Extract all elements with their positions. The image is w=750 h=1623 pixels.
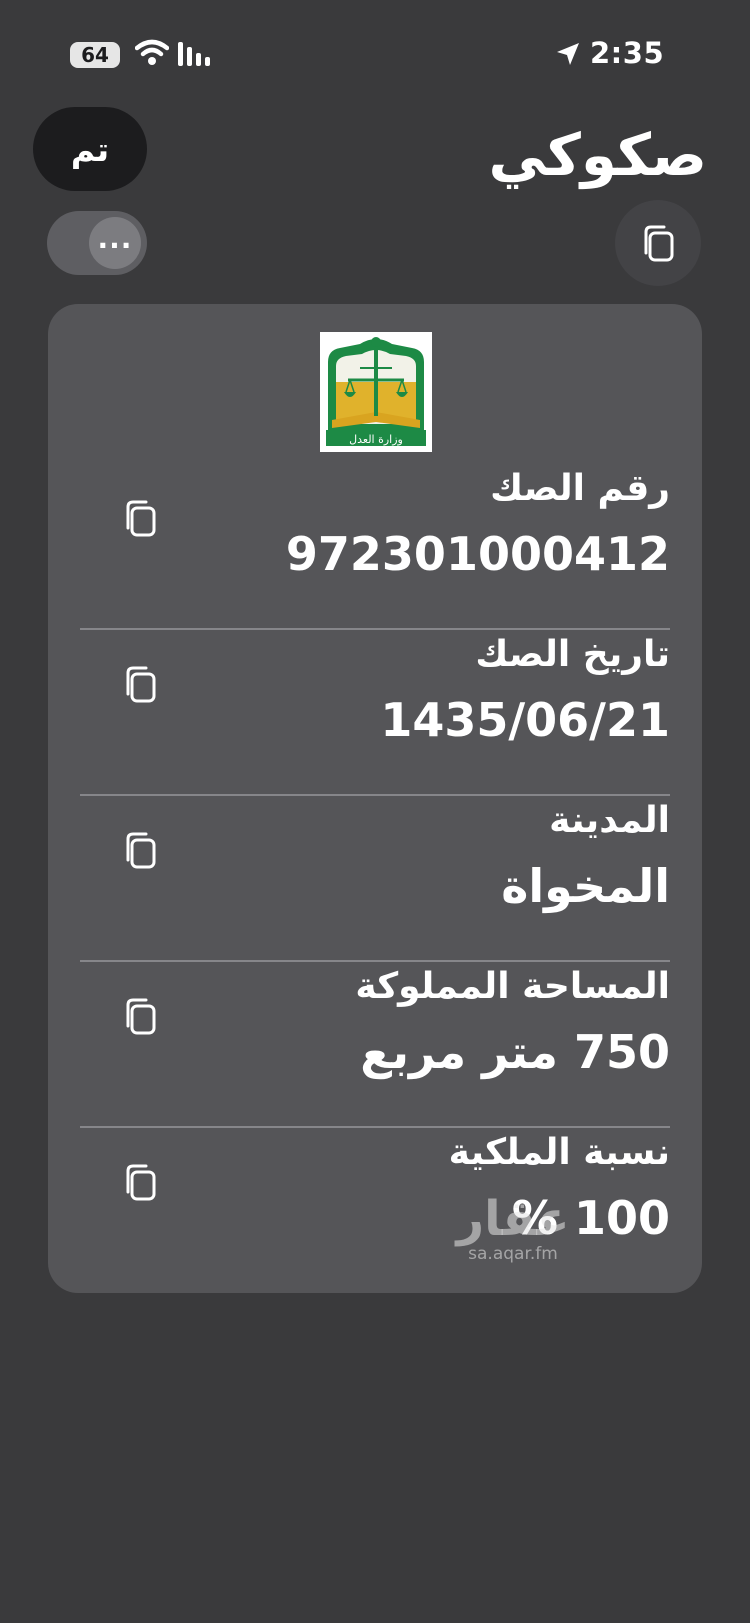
signal-icon [178,42,210,66]
page-title: صكوكي [488,121,707,189]
copy-icon [644,225,674,262]
wifi-icon [135,39,169,65]
copy-all-button[interactable] [615,200,701,286]
aqar-watermark: عقار sa.aqar.fm [448,1194,578,1264]
city-label: المدينة [549,800,670,841]
copy-deed-number-button[interactable] [122,498,158,538]
status-bar: 64 2:35 [0,0,750,110]
deed-number-row: رقم الصك 972301000412 [80,464,670,630]
copy-ownership-ratio-button[interactable] [122,1162,158,1202]
deed-card: وزارة العدل رقم الصك 972301000412 تاريخ … [48,304,702,1293]
deed-date-label: تاريخ الصك [475,634,670,675]
city-row: المدينة المخواة [80,796,670,962]
svg-text:وزارة العدل: وزارة العدل [349,433,403,446]
clock: 2:35 [590,36,665,70]
done-button[interactable]: تم [33,107,147,191]
owned-area-value: 750 متر مربع [360,1025,670,1079]
owned-area-label: المساحة المملوكة [355,966,670,1007]
copy-city-button[interactable] [122,830,158,870]
more-options-knob: ... [89,217,141,269]
watermark-logo: عقار [456,1191,570,1247]
watermark-url: sa.aqar.fm [468,1244,558,1264]
deed-date-value: 1435/06/21 [380,693,670,747]
ownership-ratio-row: نسبة الملكية 100 % [80,1128,670,1293]
ownership-ratio-label: نسبة الملكية [448,1132,670,1173]
deed-number-value: 972301000412 [285,527,670,581]
location-arrow-icon [557,43,579,65]
copy-deed-date-button[interactable] [122,664,158,704]
more-options-toggle[interactable]: ... [47,211,147,275]
deed-date-row: تاريخ الصك 1435/06/21 [80,630,670,796]
city-value: المخواة [501,859,670,913]
battery-icon: 64 [70,42,120,68]
copy-owned-area-button[interactable] [122,996,158,1036]
owned-area-row: المساحة المملوكة 750 متر مربع [80,962,670,1128]
deed-number-label: رقم الصك [490,468,670,509]
ministry-of-justice-emblem: وزارة العدل [320,332,432,452]
